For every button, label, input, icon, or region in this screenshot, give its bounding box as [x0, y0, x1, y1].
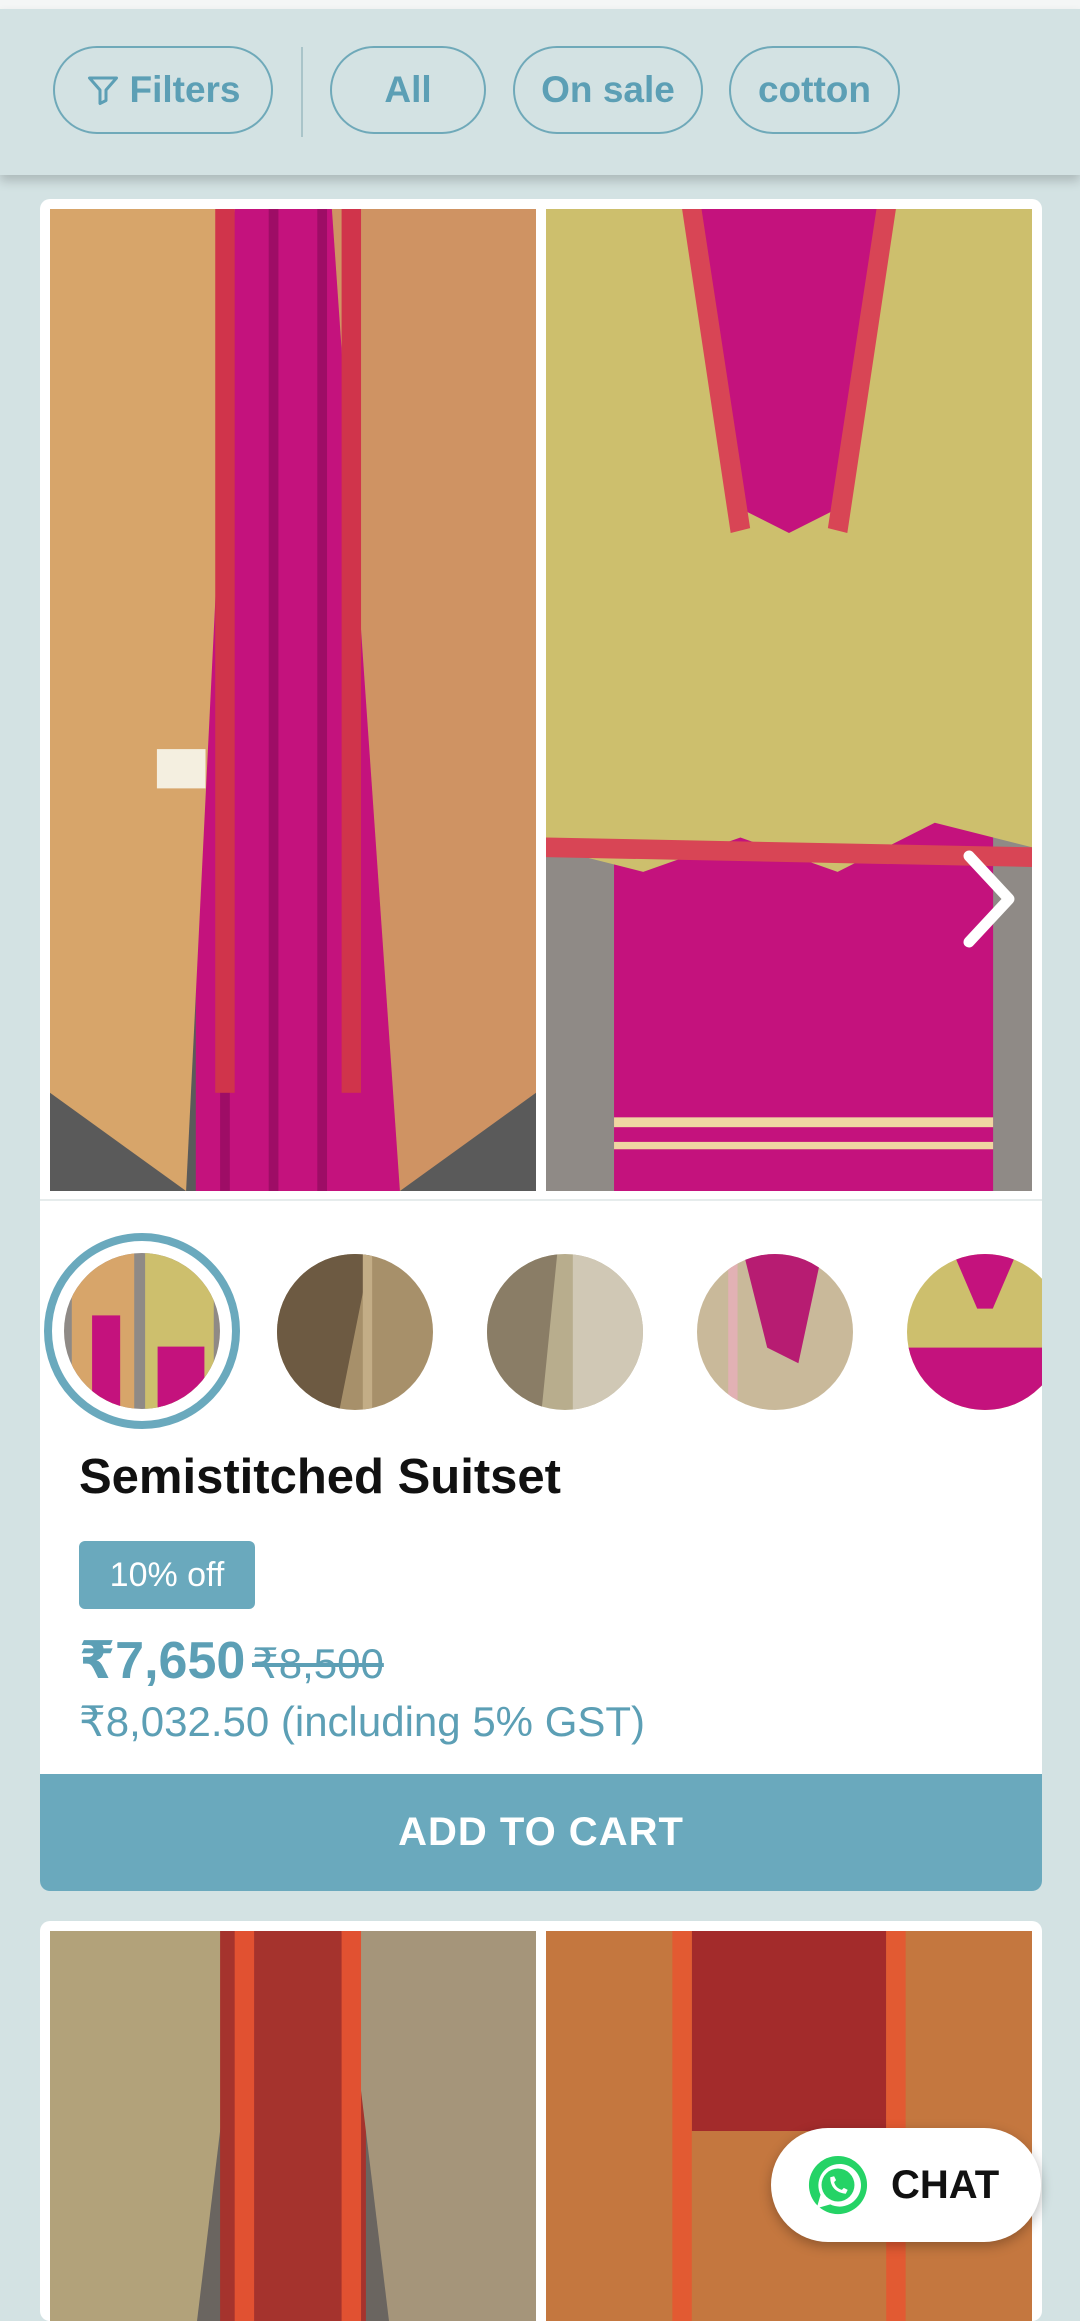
chip-cotton[interactable]: cotton — [729, 46, 900, 134]
original-price: ₹8,500 — [252, 1640, 384, 1687]
thumbnail-3[interactable] — [487, 1254, 643, 1410]
product-card-next[interactable] — [40, 1921, 1042, 2321]
product-title[interactable]: Semistitched Suitset — [79, 1449, 561, 1505]
product-photo-next-2[interactable] — [546, 1931, 1032, 2321]
product-card[interactable]: Semistitched Suitset 10% off ₹7,650 ₹8,5… — [40, 199, 1042, 1891]
chat-button[interactable]: CHAT — [771, 2128, 1041, 2242]
product-photo-next-1[interactable] — [50, 1931, 536, 2321]
thumbnail-strip — [40, 1201, 1042, 1429]
sale-price: ₹7,650 — [79, 1632, 246, 1690]
chip-all[interactable]: All — [330, 46, 486, 134]
thumbnail-5[interactable] — [907, 1254, 1042, 1410]
add-to-cart-button[interactable]: ADD TO CART — [40, 1774, 1042, 1891]
product-photo-1[interactable] — [50, 209, 536, 1191]
filters-button[interactable]: Filters — [53, 46, 273, 134]
discount-badge: 10% off — [79, 1541, 255, 1609]
filter-bar: Filters All On sale cotton — [0, 9, 1080, 175]
chip-divider — [301, 47, 303, 137]
thumbnail-1[interactable] — [44, 1233, 240, 1429]
whatsapp-icon — [808, 2155, 868, 2215]
chevron-right-icon[interactable] — [955, 844, 1025, 954]
gst-price-note: ₹8,032.50 (including 5% GST) — [79, 1698, 646, 1745]
chip-on-sale[interactable]: On sale — [513, 46, 703, 134]
thumbnail-2[interactable] — [277, 1254, 433, 1410]
chat-label: CHAT — [891, 2162, 1000, 2207]
thumbnail-4[interactable] — [697, 1254, 853, 1410]
product-photo-2[interactable] — [546, 209, 1032, 1191]
filter-icon — [88, 76, 119, 105]
status-strip — [0, 0, 1080, 9]
filters-label: Filters — [129, 69, 241, 110]
